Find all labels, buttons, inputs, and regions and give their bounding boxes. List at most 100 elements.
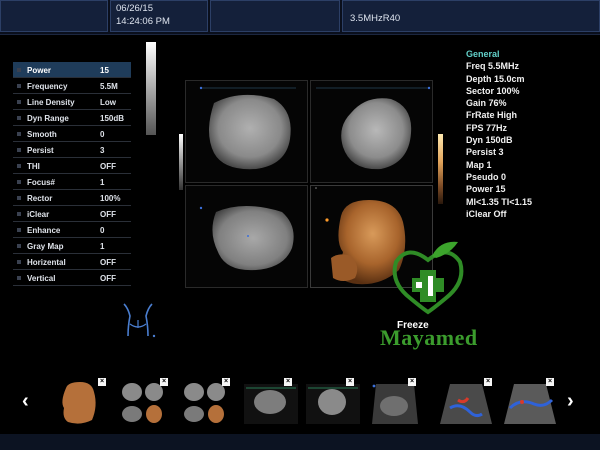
param-name: Line Density xyxy=(27,98,75,107)
param-name: Focus# xyxy=(27,178,56,187)
param-name: iClear xyxy=(27,210,50,219)
bottom-bar xyxy=(0,434,600,450)
time-display: 14:24:06 PM xyxy=(116,16,170,27)
param-bullet-icon xyxy=(17,196,21,200)
param-name: Enhance xyxy=(27,226,61,235)
param-value: OFF xyxy=(100,258,116,267)
thumbnail-2-close-icon[interactable]: × xyxy=(160,378,168,386)
thumbnail-1-close-icon[interactable]: × xyxy=(98,378,106,386)
param-row-power[interactable]: Power 15 xyxy=(13,62,131,78)
info-header: General xyxy=(466,49,500,59)
param-value: 3 xyxy=(100,146,105,155)
param-row-gray-map[interactable]: Gray Map 1 xyxy=(13,238,131,254)
param-row-frequency[interactable]: Frequency 5.5M xyxy=(13,78,131,94)
info-line: Depth 15.0cm xyxy=(466,73,525,84)
prev-thumbnail-button[interactable]: ‹ xyxy=(22,390,29,413)
param-value: Low xyxy=(100,98,116,107)
param-row-dyn-range[interactable]: Dyn Range 150dB xyxy=(13,110,131,126)
param-bullet-icon xyxy=(17,84,21,88)
param-row-persist[interactable]: Persist 3 xyxy=(13,142,131,158)
param-bullet-icon xyxy=(17,228,21,232)
param-value: 5.5M xyxy=(100,82,118,91)
param-name: Dyn Range xyxy=(27,114,69,123)
thumbnail-6-close-icon[interactable]: × xyxy=(408,378,416,386)
param-name: Persist xyxy=(27,146,54,155)
thumbnail-3-close-icon[interactable]: × xyxy=(222,378,230,386)
param-bullet-icon xyxy=(17,164,21,168)
info-line: Power 15 xyxy=(466,184,506,195)
thumbnail-strip: ‹ › × × × × × × × × xyxy=(0,372,600,434)
param-bullet-icon xyxy=(17,276,21,280)
body-mark-icon xyxy=(123,303,156,338)
param-row-thi[interactable]: THI OFF xyxy=(13,158,131,174)
param-value: OFF xyxy=(100,210,116,219)
info-line: Dyn 150dB xyxy=(466,135,513,146)
param-value: 150dB xyxy=(100,114,125,123)
param-bullet-icon xyxy=(17,132,21,136)
param-name: Vertical xyxy=(27,274,56,283)
thumbnail-7-close-icon[interactable]: × xyxy=(484,378,492,386)
param-name: Power xyxy=(27,66,52,75)
param-bullet-icon xyxy=(17,116,21,120)
info-line: Sector 100% xyxy=(466,85,520,96)
param-row-focus-[interactable]: Focus# 1 xyxy=(13,174,131,190)
image-pane-top-left[interactable] xyxy=(185,80,308,183)
info-line: FPS 77Hz xyxy=(466,122,508,133)
image-pane-bottom-left[interactable] xyxy=(185,185,308,288)
param-value: 1 xyxy=(100,178,105,187)
param-name: Gray Map xyxy=(27,242,64,251)
param-bullet-icon xyxy=(17,260,21,264)
param-bullet-icon xyxy=(17,180,21,184)
info-line: Persist 3 xyxy=(466,147,504,158)
info-line: Gain 76% xyxy=(466,98,507,109)
param-name: THI xyxy=(27,162,40,171)
info-line: Pseudo 0 xyxy=(466,171,507,182)
top-cell-logo xyxy=(0,0,108,32)
info-line: MI<1.35 TI<1.15 xyxy=(466,196,533,207)
info-line: Freq 5.5MHz xyxy=(466,61,520,72)
param-value: 15 xyxy=(100,66,109,75)
thumbnail-4-close-icon[interactable]: × xyxy=(284,378,292,386)
param-name: Horizental xyxy=(27,258,66,267)
param-row-line-density[interactable]: Line Density Low xyxy=(13,94,131,110)
info-line: FrRate High xyxy=(466,110,518,121)
param-value: OFF xyxy=(100,162,116,171)
param-row-vertical[interactable]: Vertical OFF xyxy=(13,270,131,286)
date-display: 06/26/15 xyxy=(116,3,153,14)
param-bullet-icon xyxy=(17,244,21,248)
info-line: Map 1 xyxy=(466,159,492,170)
param-row-rector[interactable]: Rector 100% xyxy=(13,190,131,206)
param-bullet-icon xyxy=(17,148,21,152)
thumbnail-8-close-icon[interactable]: × xyxy=(546,378,554,386)
top-cell-patient xyxy=(210,0,340,32)
param-value: 0 xyxy=(100,130,105,139)
param-bullet-icon xyxy=(17,68,21,72)
brand-watermark: Mayamed xyxy=(380,325,478,350)
param-value: OFF xyxy=(100,274,116,283)
param-name: Frequency xyxy=(27,82,68,91)
info-panel: General Freq 5.5MHz Depth 15.0cm Sector 10… xyxy=(466,48,532,220)
info-line: iClear Off xyxy=(466,208,507,219)
thumbnail-5-close-icon[interactable]: × xyxy=(346,378,354,386)
gray-scale-bar xyxy=(146,42,156,135)
param-name: Smooth xyxy=(27,130,57,139)
param-row-iclear[interactable]: iClear OFF xyxy=(13,206,131,222)
param-row-horizental[interactable]: Horizental OFF xyxy=(13,254,131,270)
param-row-enhance[interactable]: Enhance 0 xyxy=(13,222,131,238)
mayamed-logo-icon xyxy=(392,241,464,315)
image-pane-top-right[interactable] xyxy=(310,80,433,183)
param-value: 1 xyxy=(100,242,105,251)
param-bullet-icon xyxy=(17,100,21,104)
top-divider xyxy=(0,34,600,35)
param-value: 0 xyxy=(100,226,105,235)
param-row-smooth[interactable]: Smooth 0 xyxy=(13,126,131,142)
next-thumbnail-button[interactable]: › xyxy=(567,390,574,413)
param-value: 100% xyxy=(100,194,121,203)
probe-display: 3.5MHzR40 xyxy=(350,13,401,24)
color-scale-bar xyxy=(438,134,443,204)
tgc-bar xyxy=(179,134,183,190)
top-bar: 06/26/15 14:24:06 PM 3.5MHzR40 xyxy=(0,0,600,34)
param-name: Rector xyxy=(27,194,53,203)
param-bullet-icon xyxy=(17,212,21,216)
parameter-panel: Power 15 Frequency 5.5M Line Density Low Dyn R… xyxy=(13,62,131,286)
